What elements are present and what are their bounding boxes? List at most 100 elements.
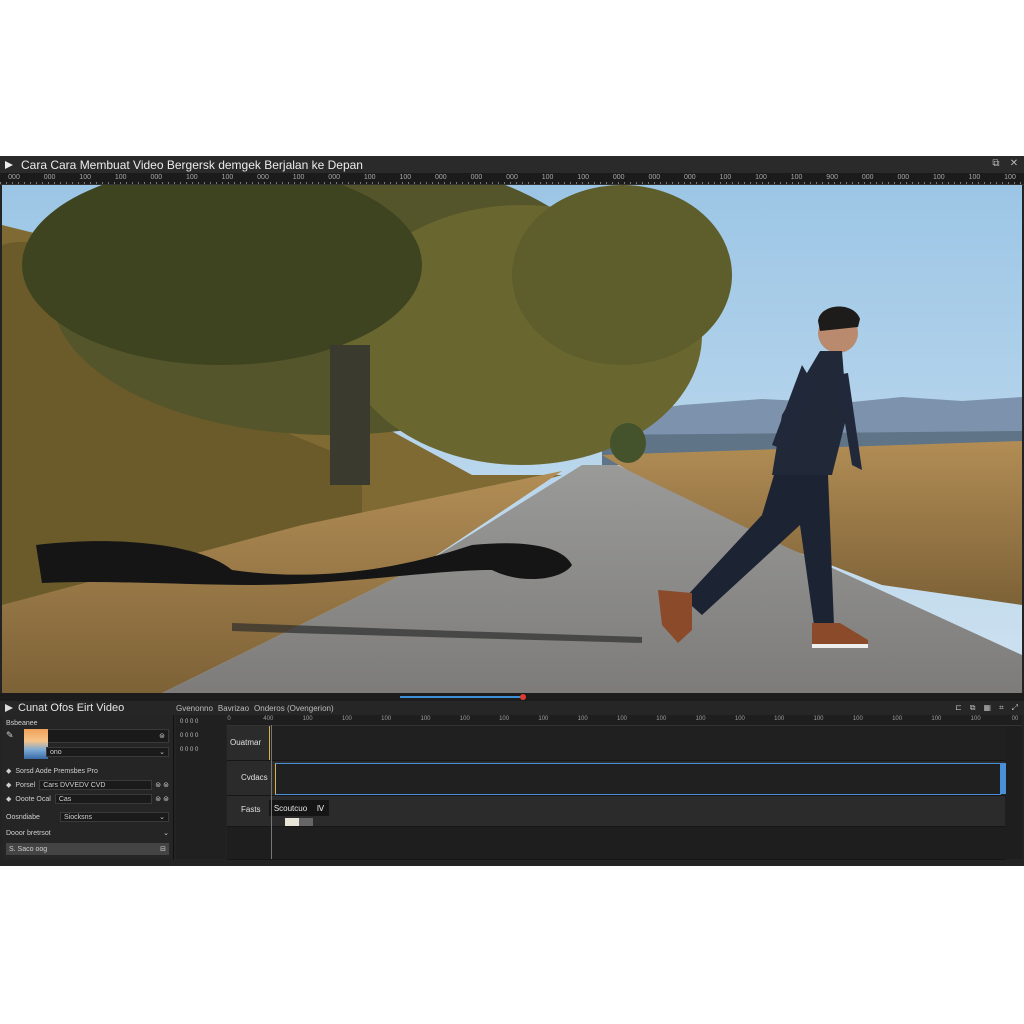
timeline-tick-label: 100: [852, 716, 863, 722]
selected-item-label: S. Saco oog: [9, 845, 48, 853]
track-clip[interactable]: [269, 726, 1006, 760]
dropdown-label: Oosndiabe: [6, 813, 40, 821]
ruler-tick-label: 100: [221, 174, 234, 181]
text-icon: Ⅳ: [316, 803, 325, 813]
track-controls-panel: 0 0 0 0 0 0 0 0 0 0 0 0: [176, 715, 226, 859]
timeline[interactable]: 0 400 100 100 100 100 100 100 100 100 100 100 100 100…: [227, 715, 1022, 860]
chevron-down-icon: ⌄: [159, 814, 165, 821]
ruler-tick-label: 100: [363, 174, 376, 181]
option-row[interactable]: ◆ Porsel Cars DVVEDV CVD ⊜ ⊜: [6, 779, 169, 791]
settings-icon[interactable]: ⊜: [163, 781, 169, 789]
dropdown-value: Siocksns: [64, 813, 93, 821]
track-empty[interactable]: [227, 827, 1005, 860]
timeline-tick-label: 100: [970, 716, 981, 722]
option-label: Ooote Ocal: [15, 795, 51, 803]
track-label: Fasts: [241, 805, 261, 814]
timeline-tick-label: 100: [734, 716, 745, 722]
ruler-tick-label: 100: [719, 174, 732, 181]
chevron-down-icon: ⌄: [163, 830, 169, 837]
settings-icon[interactable]: ⊜: [159, 732, 165, 740]
timeline-tick-label: 100: [892, 716, 903, 722]
track-control-row[interactable]: 0 0 0 0: [180, 731, 222, 741]
properties-panel: Bsbeanee ✎ ⊜ ono ⌄ ◆ Sorsd Aode Premsbes…: [2, 715, 174, 859]
settings-icon[interactable]: ⊜: [155, 781, 161, 789]
settings-icon[interactable]: ⊜: [163, 795, 169, 803]
option-value: Cas: [58, 795, 72, 803]
tab-onderos[interactable]: Onderos (Ovengerion): [254, 704, 334, 713]
ruler-tick-label: 900: [826, 174, 838, 181]
track-control-row[interactable]: 0 0 0 0: [180, 745, 222, 755]
play-icon[interactable]: [5, 160, 13, 169]
ruler-tick-label: 000: [435, 174, 447, 181]
timeline-tick-label: 100: [577, 716, 588, 722]
title-bar: Cara Cara Membuat Video Bergersk demgek …: [0, 156, 1024, 173]
option-row[interactable]: ◆ Sorsd Aode Premsbes Pro: [6, 765, 169, 777]
editor-title: Cunat Ofos Eirt Video: [18, 702, 125, 714]
track-cvdacs[interactable]: Cvdacs: [227, 761, 1006, 796]
track-ouatmar[interactable]: Ouatmar: [227, 726, 1006, 761]
selected-clip[interactable]: [275, 763, 1001, 795]
tab-bavrizao[interactable]: Bavrizao: [218, 704, 249, 713]
ruler-tick-label: 000: [328, 174, 340, 181]
top-time-ruler[interactable]: 000 000 100 100 000 100 100 000 100 000 100 100 000 0…: [0, 173, 1024, 185]
option-label: Sorsd Aode Premsbes Pro: [15, 767, 98, 775]
dropdown-row[interactable]: Dooor bretrsot ⌄: [6, 827, 169, 839]
ruler-tick-label: 100: [933, 174, 945, 181]
clip-marker: [299, 818, 313, 826]
ruler-tick-label: 000: [648, 174, 661, 181]
option-field[interactable]: Cas: [54, 794, 153, 804]
timeline-tick-label: 100: [656, 716, 667, 722]
settings-icon[interactable]: ⊜: [155, 795, 161, 803]
cut-icon[interactable]: ⊏: [955, 703, 962, 713]
option-field[interactable]: Cars DVVEDV CVD: [39, 780, 153, 790]
media-select[interactable]: ono ⌄: [46, 747, 169, 757]
timeline-tick-label: 400: [263, 716, 274, 722]
ruler-tick-label: 000: [684, 174, 696, 181]
timeline-tick-label: 100: [616, 716, 628, 722]
close-icon[interactable]: ✕: [1008, 158, 1020, 169]
expand-icon[interactable]: ⤢: [1012, 703, 1018, 713]
selected-item[interactable]: S. Saco oog ⊟: [6, 843, 169, 855]
ruler-tick-label: 100: [577, 174, 589, 181]
scrub-bar[interactable]: [0, 693, 1024, 701]
timeline-playhead[interactable]: [271, 725, 272, 859]
track-fasts[interactable]: Fasts Scoutcuo Ⅳ: [227, 796, 1005, 827]
dropdown-select[interactable]: Siocksns ⌄: [60, 812, 169, 822]
track-control-row[interactable]: 0 0 0 0: [180, 717, 222, 727]
more-icon[interactable]: ⊟: [160, 845, 166, 853]
ruler-tick-label: 000: [506, 174, 518, 181]
media-select-value: ono: [50, 748, 62, 756]
tab-gvenonno[interactable]: Gvenonno: [176, 704, 213, 713]
pen-icon[interactable]: ✎: [6, 730, 14, 741]
play-icon[interactable]: [5, 704, 13, 712]
timeline-tick-label: 100: [499, 716, 510, 722]
preview-frame: [2, 185, 1022, 693]
scrub-progress: [400, 696, 524, 698]
timeline-ruler[interactable]: 0 400 100 100 100 100 100 100 100 100 100 100 100 100…: [227, 715, 1022, 726]
option-value: Cars DVVEDV CVD: [43, 781, 106, 789]
chevron-down-icon: ⌄: [159, 749, 165, 756]
option-row[interactable]: ◆ Ooote Ocal Cas ⊜ ⊜: [6, 793, 169, 805]
timeline-tick-label: 00: [1011, 716, 1019, 722]
crop-icon[interactable]: ⌗: [999, 703, 1004, 713]
copy-icon[interactable]: ⧉: [970, 703, 976, 713]
media-field[interactable]: ⊜: [46, 729, 169, 743]
timeline-tick-label: 100: [459, 716, 470, 722]
ruler-tick-label: 100: [399, 174, 412, 181]
ruler-tick-label: 100: [968, 174, 981, 181]
ruler-tick-label: 100: [79, 174, 91, 181]
text-clip[interactable]: Scoutcuo Ⅳ: [269, 800, 329, 816]
ruler-tick-label: 000: [257, 174, 269, 181]
ruler-tick-label: 000: [150, 174, 163, 181]
text-clip-label: Scoutcuo: [273, 803, 308, 813]
ruler-tick-label: 000: [43, 174, 56, 181]
timeline-tick-label: 0: [227, 716, 231, 722]
playhead-knob[interactable]: [520, 694, 526, 700]
restore-icon[interactable]: ⧉: [990, 158, 1002, 169]
editor-header: Cunat Ofos Eirt Video Gvenonno Bavrizao …: [0, 701, 1024, 715]
grid-icon[interactable]: ▦: [984, 703, 992, 713]
ruler-tick-label: 000: [861, 174, 874, 181]
clip-trim-handle[interactable]: [1000, 763, 1006, 794]
video-preview[interactable]: [2, 185, 1022, 693]
ruler-tick-label: 100: [186, 174, 198, 181]
